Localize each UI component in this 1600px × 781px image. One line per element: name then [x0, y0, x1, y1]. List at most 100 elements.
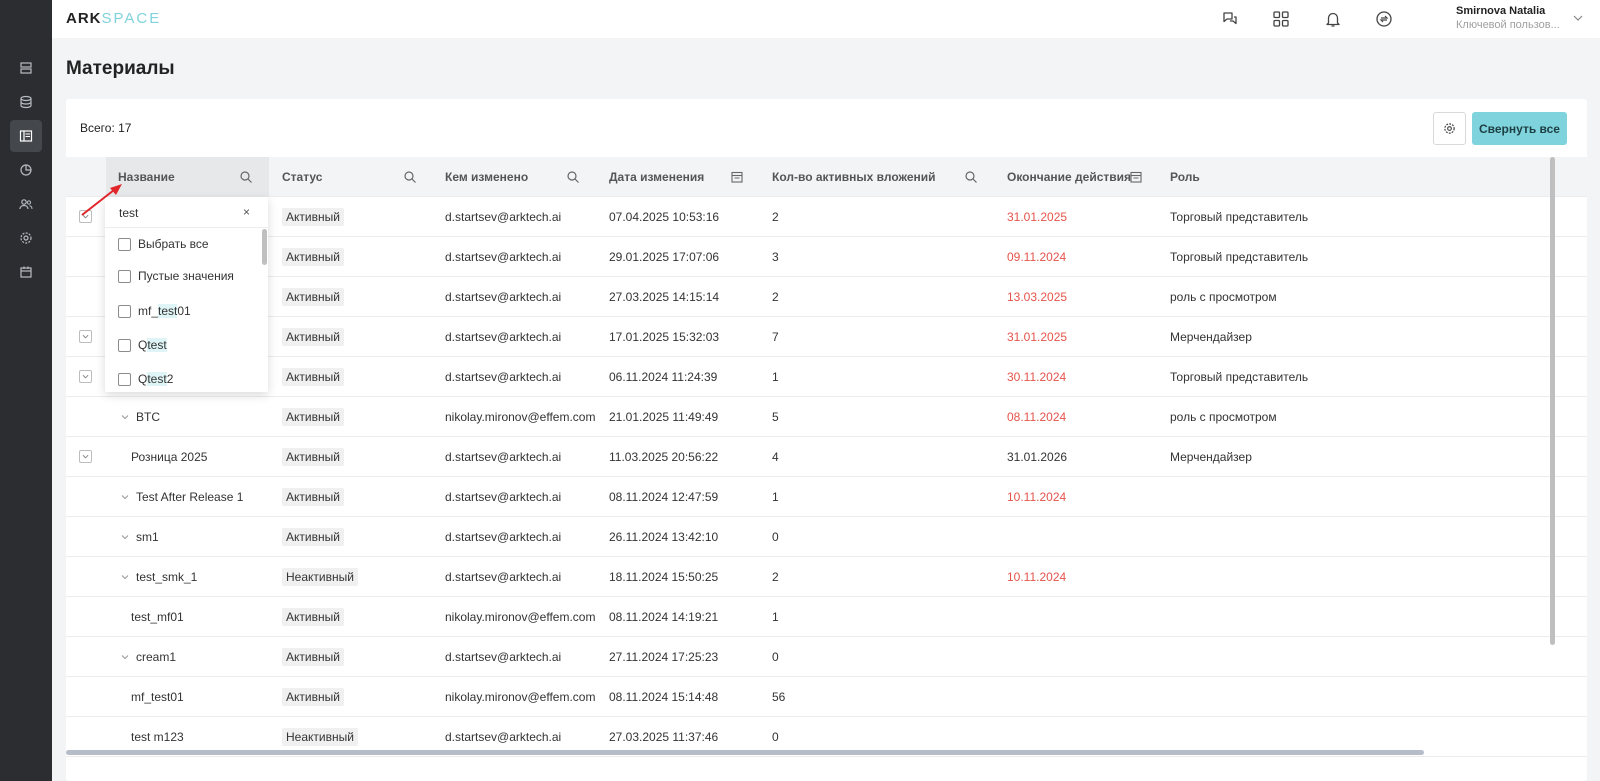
dropdown-scrollbar[interactable]: [262, 229, 267, 265]
filter-option-checkbox[interactable]: [118, 338, 131, 352]
expand-row-icon[interactable]: [79, 370, 92, 383]
layout-icon: [19, 130, 33, 142]
chevron-down-icon[interactable]: [120, 652, 130, 662]
column-header[interactable]: Дата изменения: [609, 157, 704, 197]
material-name: test_smk_1: [136, 570, 198, 584]
column-header-label: Дата изменения: [609, 170, 705, 184]
material-name-cell[interactable]: test_smk_1: [120, 557, 197, 597]
chevron-down-icon[interactable]: [120, 572, 130, 582]
clear-icon[interactable]: ×: [243, 205, 250, 219]
sidebar-item-materials[interactable]: [10, 120, 42, 152]
filter-option-checkbox[interactable]: [118, 269, 131, 283]
end-date-cell: 10.11.2024: [1007, 490, 1067, 504]
filter-option-checkbox[interactable]: [118, 304, 131, 318]
material-name-cell[interactable]: sm1: [120, 517, 159, 557]
attachments-count-cell: 4: [772, 450, 779, 464]
filter-search-field[interactable]: test ×: [105, 197, 268, 228]
app-logo[interactable]: ARKSPACE: [66, 10, 161, 27]
sidebar-item-analytics[interactable]: [10, 154, 42, 186]
table-row[interactable]: Активный d.startsev@arktech.ai 06.11.2024 …: [66, 357, 1587, 397]
table-row[interactable]: cream1 Активный d.startsev@arktech.ai 27.11…: [66, 637, 1587, 677]
table-row[interactable]: test_smk_1 Неактивный d.startsev@arktech.a…: [66, 557, 1587, 597]
collapse-all-button[interactable]: Свернуть все: [1472, 112, 1567, 145]
table-header: Название Статус Кем изменено Дата изменения…: [66, 157, 1587, 197]
top-bar: ARKSPACE Smirnova Natalia Ключевой польз…: [52, 0, 1600, 38]
column-header-label: Название: [118, 170, 175, 184]
material-name-cell[interactable]: test_mf01: [131, 597, 184, 637]
status-badge: Активный: [282, 648, 344, 666]
chevron-down-icon[interactable]: [1572, 12, 1584, 24]
column-header[interactable]: Окончание действия: [1007, 157, 1131, 197]
filter-option[interactable]: Q test 2: [118, 370, 173, 388]
user-name: Smirnova Natalia: [1456, 5, 1546, 17]
sidebar-item-users[interactable]: [10, 188, 42, 220]
table-row[interactable]: Test After Release 1 Активный d.startsev@a…: [66, 477, 1587, 517]
table-row[interactable]: Розница 2025 Активный d.startsev@arktech.a…: [66, 437, 1587, 477]
column-header-label: Кем изменено: [445, 170, 529, 184]
modified-by-cell: d.startsev@arktech.ai: [445, 450, 562, 464]
status-badge: Активный: [282, 608, 344, 626]
search-icon[interactable]: [239, 170, 253, 184]
apps-grid-icon[interactable]: [1271, 9, 1291, 29]
modified-at-cell: 08.11.2024 15:14:48: [609, 690, 719, 704]
filter-option[interactable]: mf_ test 01: [118, 302, 191, 320]
modified-by-cell: d.startsev@arktech.ai: [445, 290, 562, 304]
horizontal-scrollbar[interactable]: [66, 750, 1424, 755]
search-icon[interactable]: [566, 170, 580, 184]
table-row[interactable]: test_mf01 Активный nikolay.mironov@effem.c…: [66, 597, 1587, 637]
table-row[interactable]: Активный d.startsev@arktech.ai 07.04.2025 …: [66, 197, 1587, 237]
vertical-scrollbar[interactable]: [1550, 157, 1555, 645]
sync-icon[interactable]: [1374, 9, 1394, 29]
filter-option-checkbox[interactable]: [118, 372, 131, 386]
user-menu[interactable]: Smirnova Natalia Ключевой пользов...: [1456, 5, 1560, 31]
calendar-filter-icon[interactable]: [1129, 170, 1143, 184]
search-icon[interactable]: [403, 170, 417, 184]
attachments-count-cell: 1: [772, 370, 779, 384]
chevron-down-icon[interactable]: [120, 492, 130, 502]
material-name-cell[interactable]: cream1: [120, 637, 176, 677]
material-name-cell[interactable]: mf_test01: [131, 677, 184, 717]
material-name-cell[interactable]: Test After Release 1: [120, 477, 243, 517]
table-row[interactable]: mf_test01 Активный nikolay.mironov@effem.c…: [66, 677, 1587, 717]
status-badge: Активный: [282, 248, 344, 266]
sidebar-item-servers[interactable]: [10, 52, 42, 84]
status-cell: Активный: [282, 677, 344, 717]
table-row[interactable]: Активный d.startsev@arktech.ai 29.01.2025 …: [66, 237, 1587, 277]
bell-icon[interactable]: [1323, 9, 1343, 29]
column-header[interactable]: Роль: [1170, 157, 1200, 197]
material-name-cell[interactable]: BTC: [120, 397, 160, 437]
filter-option[interactable]: Q test: [118, 336, 167, 354]
expand-row-icon[interactable]: [79, 330, 92, 343]
search-icon[interactable]: [964, 170, 978, 184]
calendar-filter-icon[interactable]: [730, 170, 744, 184]
end-date-cell: 31.01.2025: [1007, 210, 1068, 224]
material-name-cell[interactable]: Розница 2025: [131, 437, 207, 477]
table-row[interactable]: Активный d.startsev@arktech.ai 27.03.2025 …: [66, 277, 1587, 317]
table-row[interactable]: BTC Активный nikolay.mironov@effem.com 21.0…: [66, 397, 1587, 437]
materials-table-card: Всего: 17 Свернуть все Название Статус Кем…: [66, 99, 1587, 781]
status-cell: Неактивный: [282, 557, 358, 597]
expand-row-icon[interactable]: [79, 450, 92, 463]
status-cell: Активный: [282, 237, 344, 277]
column-header[interactable]: Статус: [282, 157, 322, 197]
chevron-down-icon[interactable]: [120, 532, 130, 542]
attachments-count-cell: 0: [772, 530, 779, 544]
sidebar-item-settings[interactable]: [10, 222, 42, 254]
filter-option-checkbox[interactable]: [118, 237, 131, 251]
end-date-cell: 10.11.2024: [1007, 570, 1067, 584]
column-header[interactable]: Кем изменено: [445, 157, 528, 197]
chevron-down-icon[interactable]: [120, 412, 130, 422]
table-settings-button[interactable]: [1433, 112, 1466, 145]
table-row[interactable]: Активный d.startsev@arktech.ai 17.01.2025 …: [66, 317, 1587, 357]
column-header[interactable]: Кол-во активных вложений: [772, 157, 936, 197]
chat-help-icon[interactable]: [1220, 9, 1240, 29]
status-badge: Активный: [282, 368, 344, 386]
sidebar-item-calendar[interactable]: [10, 256, 42, 288]
material-name: test m123: [131, 730, 184, 744]
filter-option[interactable]: Выбрать все: [118, 235, 209, 253]
table-row[interactable]: sm1 Активный d.startsev@arktech.ai 26.11.20…: [66, 517, 1587, 557]
filter-option[interactable]: Пустые значения: [118, 267, 234, 285]
attachments-count-cell: 1: [772, 610, 779, 624]
sidebar-item-database[interactable]: [10, 86, 42, 118]
material-name: BTC: [136, 410, 160, 424]
